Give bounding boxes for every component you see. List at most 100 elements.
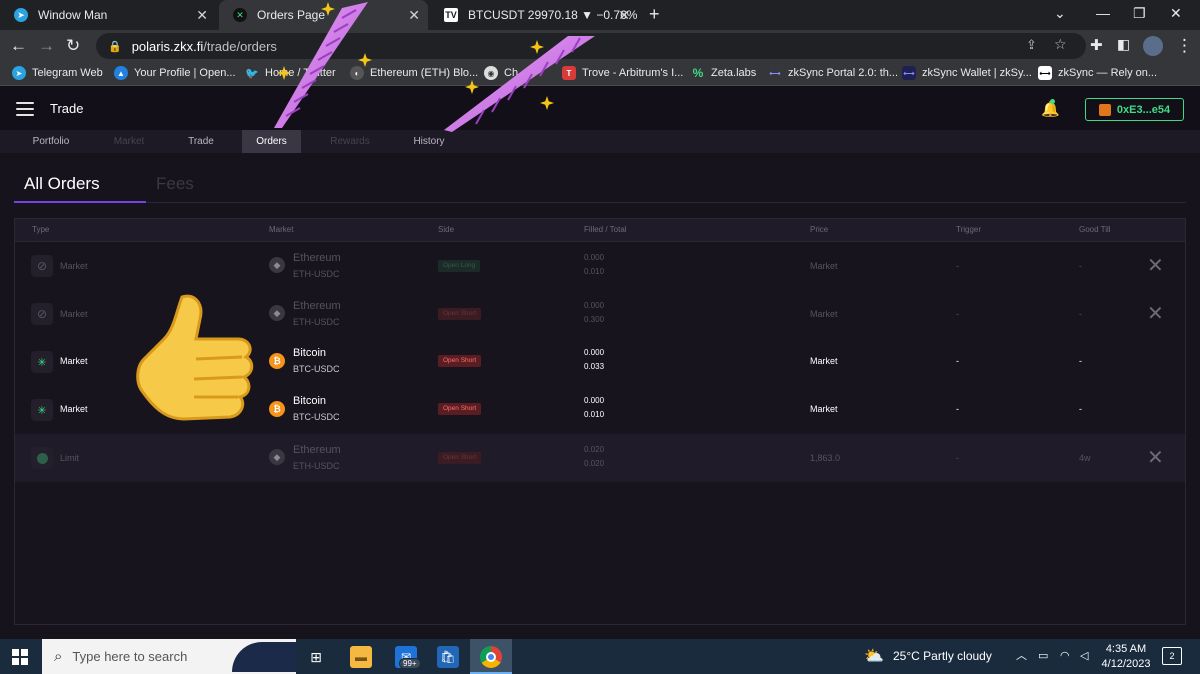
close-icon[interactable]: ✕ bbox=[1147, 304, 1164, 324]
bookmark-label: zkSync Portal 2.0: th... bbox=[788, 67, 899, 79]
profile-avatar[interactable] bbox=[1143, 36, 1163, 56]
more-menu-icon[interactable]: ⋮ bbox=[1176, 36, 1193, 56]
show-hidden-icons-icon[interactable]: ︿ bbox=[1016, 639, 1027, 674]
tab-trade[interactable]: Trade bbox=[172, 130, 230, 153]
page-title: Trade bbox=[50, 101, 84, 116]
minimize-button[interactable]: — bbox=[1096, 5, 1110, 21]
order-price: Market bbox=[810, 356, 838, 366]
cancelled-icon: ⊘ bbox=[31, 255, 53, 277]
order-price: Market bbox=[810, 261, 838, 271]
forward-arrow-icon[interactable]: → bbox=[38, 36, 55, 56]
windows-start-icon[interactable] bbox=[12, 649, 28, 665]
browser-tab-btcusdt[interactable]: TV BTCUSDT 29970.18 ▼ −0.76% Lu ✕ bbox=[430, 0, 638, 30]
bookmark-label: zkSync — Rely on... bbox=[1058, 67, 1158, 79]
twitter-icon: 🐦 bbox=[245, 67, 259, 80]
side-badge: Open Short bbox=[438, 308, 482, 320]
column-header-trigger: Trigger bbox=[956, 225, 982, 234]
bookmark-zksync-wallet[interactable]: ⟷ zkSync Wallet | zkSy... bbox=[902, 66, 1032, 80]
task-view-icon[interactable]: ⊞ bbox=[305, 646, 327, 668]
weather-text[interactable]: 25°C Partly cloudy bbox=[893, 639, 992, 674]
order-type: Limit bbox=[60, 453, 80, 463]
wifi-icon[interactable]: ◠ bbox=[1060, 639, 1070, 674]
tab-orders[interactable]: Orders bbox=[242, 130, 301, 153]
bookmark-star-icon[interactable]: ☆ bbox=[1054, 36, 1067, 53]
tab-divider bbox=[146, 202, 1186, 203]
ethereum-icon: ◆ bbox=[269, 305, 285, 321]
total-amount: 0.300 bbox=[584, 315, 605, 324]
notification-center-icon[interactable]: 2 bbox=[1162, 647, 1182, 665]
telegram-icon: ➤ bbox=[12, 66, 26, 80]
back-arrow-icon[interactable]: ← bbox=[10, 36, 27, 56]
total-amount: 0.033 bbox=[584, 362, 605, 371]
lock-icon: 🔒 bbox=[108, 40, 122, 53]
restore-button[interactable]: ❐ bbox=[1133, 5, 1146, 22]
clock-time: 4:35 AM bbox=[1105, 643, 1147, 655]
side-badge: Open Short bbox=[438, 403, 482, 415]
chrome-taskbar-button[interactable] bbox=[470, 639, 512, 674]
close-tab-icon[interactable]: ✕ bbox=[618, 7, 630, 24]
close-window-button[interactable]: ✕ bbox=[1170, 5, 1182, 22]
cancelled-icon: ⊘ bbox=[31, 303, 53, 325]
bookmark-zksync-rely[interactable]: ⟷ zkSync — Rely on... bbox=[1038, 66, 1157, 80]
tab-portfolio[interactable]: Portfolio bbox=[22, 130, 80, 153]
url-host: polaris.zkx.fi bbox=[131, 38, 204, 54]
extensions-icon[interactable]: ✚ bbox=[1090, 36, 1103, 54]
taskbar-clock[interactable]: 4:35 AM 4/12/2023 bbox=[1100, 642, 1152, 672]
close-icon[interactable]: ✕ bbox=[1147, 256, 1164, 276]
order-good-till: - bbox=[1079, 261, 1082, 271]
active-tab-underline bbox=[14, 201, 146, 203]
filled-amount: 0.020 bbox=[584, 445, 605, 454]
column-header-side: Side bbox=[438, 225, 455, 234]
sparkle-icon bbox=[277, 66, 291, 80]
order-type: Market bbox=[60, 404, 88, 414]
tab-fees[interactable]: Fees bbox=[156, 174, 194, 194]
close-tab-icon[interactable]: ✕ bbox=[408, 7, 420, 24]
battery-icon[interactable]: ▭ bbox=[1038, 639, 1048, 674]
tab-search-icon[interactable]: ⌄ bbox=[1054, 5, 1066, 22]
table-row[interactable]: Limit ◆ Ethereum ETH-USDC Open Short 0.0… bbox=[15, 434, 1185, 482]
reload-icon[interactable]: ↻ bbox=[66, 36, 80, 56]
hamburger-menu-icon[interactable] bbox=[16, 102, 34, 116]
ethereum-icon: ◆ bbox=[269, 449, 285, 465]
market-name: Ethereum bbox=[293, 444, 341, 456]
market-pair: ETH-USDC bbox=[293, 269, 340, 279]
total-amount: 0.010 bbox=[584, 410, 605, 419]
market-pair: BTC-USDC bbox=[293, 364, 340, 374]
bitcoin-icon: ₿ bbox=[269, 353, 285, 369]
order-price: Market bbox=[810, 309, 838, 319]
bookmark-zksync-portal[interactable]: ⟷ zkSync Portal 2.0: th... bbox=[768, 66, 898, 80]
market-name: Ethereum bbox=[293, 252, 341, 264]
bookmark-label: Telegram Web bbox=[32, 67, 103, 79]
market-pair: ETH-USDC bbox=[293, 461, 340, 471]
close-icon[interactable]: ✕ bbox=[1147, 448, 1164, 468]
search-placeholder: Type here to search bbox=[72, 649, 188, 664]
tab-title: BTCUSDT 29970.18 ▼ −0.76% Lu bbox=[468, 8, 638, 22]
sparkle-icon bbox=[540, 96, 554, 110]
sparkle-icon bbox=[530, 40, 544, 54]
pending-spinner-icon: ✳ bbox=[31, 351, 53, 373]
zksync-icon: ⟷ bbox=[769, 68, 781, 78]
new-tab-button[interactable]: + bbox=[649, 4, 660, 25]
file-explorer-icon[interactable]: ▬ bbox=[350, 646, 372, 668]
tab-market[interactable]: Market bbox=[100, 130, 158, 153]
order-good-till: - bbox=[1079, 356, 1082, 366]
tab-rewards[interactable]: Rewards bbox=[320, 130, 380, 153]
side-badge: Open Short bbox=[438, 355, 482, 367]
wallet-button[interactable]: 0xE3...e54 bbox=[1085, 98, 1184, 121]
bookmark-opensea[interactable]: ▲ Your Profile | Open... bbox=[114, 66, 236, 80]
share-icon[interactable]: ⇪ bbox=[1026, 37, 1037, 53]
volume-icon[interactable]: ◁ bbox=[1080, 639, 1088, 674]
order-good-till: 4w bbox=[1079, 453, 1091, 463]
bookmark-zetalabs[interactable]: % Zeta.labs bbox=[691, 66, 757, 80]
store-icon[interactable]: 🛍 bbox=[437, 646, 459, 668]
close-tab-icon[interactable]: ✕ bbox=[196, 7, 208, 24]
bookmark-telegram[interactable]: ➤ Telegram Web bbox=[12, 66, 103, 80]
taskbar-search-box[interactable]: ⌕ Type here to search bbox=[42, 639, 296, 674]
browser-tab-window-man[interactable]: ➤ Window Man ✕ bbox=[0, 0, 216, 30]
side-panel-icon[interactable]: ◧ bbox=[1117, 36, 1130, 53]
chrome-icon-center bbox=[486, 652, 496, 662]
order-price: 1,863.0 bbox=[810, 453, 841, 463]
tab-all-orders[interactable]: All Orders bbox=[24, 174, 100, 194]
zksync-wallet-icon: ⟷ bbox=[902, 66, 916, 80]
table-row[interactable]: ⊘ Market ◆ Ethereum ETH-USDC Open Long 0… bbox=[15, 242, 1185, 290]
